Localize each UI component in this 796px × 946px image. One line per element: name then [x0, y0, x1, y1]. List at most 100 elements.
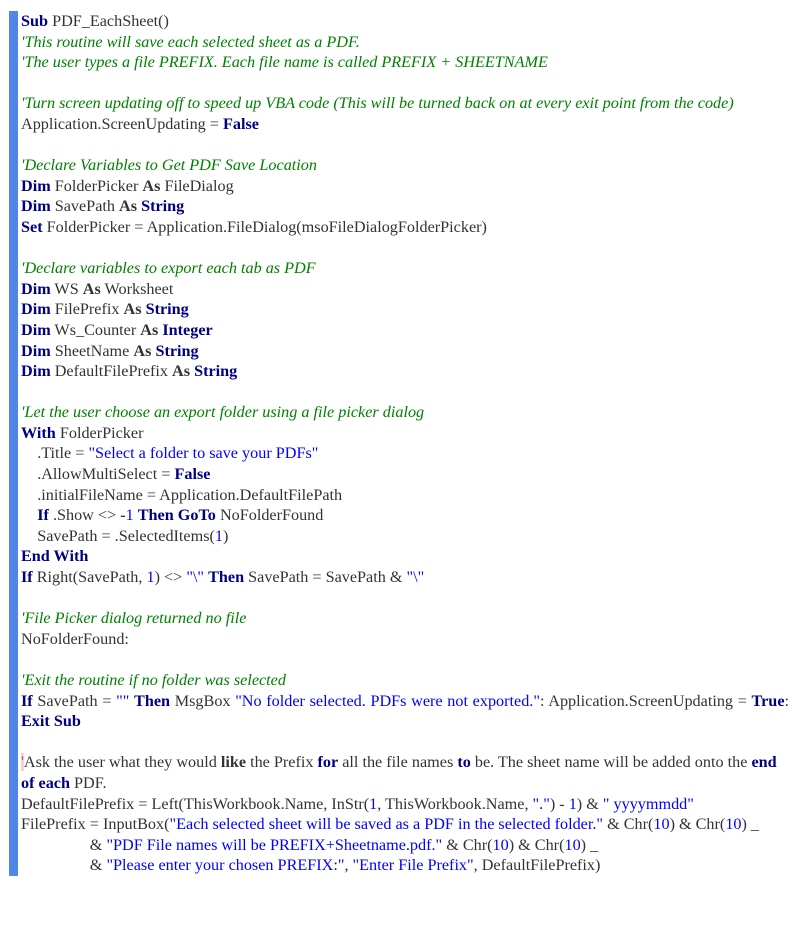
keyword: Then — [137, 506, 174, 525]
keyword: String — [194, 362, 238, 381]
code-line: Dim SavePath As String — [21, 196, 789, 217]
keyword: Then — [208, 568, 245, 587]
code-line: 'The user types a file PREFIX. Each file… — [21, 52, 789, 73]
keyword: Dim — [21, 176, 51, 195]
string-literal: "PDF File names will be PREFIX+Sheetname… — [106, 835, 443, 854]
code-text: FolderPicker — [50, 176, 143, 195]
keyword: for — [317, 753, 339, 772]
string-literal: "Select a folder to save your PDFs" — [88, 444, 319, 463]
number-literal: 1 — [125, 506, 134, 525]
code-text: , — [344, 856, 353, 875]
code-line: & "PDF File names will be PREFIX+Sheetna… — [21, 835, 789, 856]
keyword: to — [457, 753, 471, 772]
code-line: If SavePath = "" Then MsgBox "No folder … — [21, 691, 789, 732]
code-line: 'File Picker dialog returned no file — [21, 608, 789, 629]
code-text: , DefaultFilePrefix) — [473, 856, 601, 875]
keyword: As — [82, 279, 101, 298]
code-line: If .Show <> -1 Then GoTo NoFolderFound — [21, 505, 789, 526]
keyword: Set — [21, 217, 43, 236]
keyword: GoTo — [177, 506, 216, 525]
keyword: As — [142, 176, 161, 195]
code-line: .Title = "Select a folder to save your P… — [21, 443, 789, 464]
code-text: all the file names — [338, 753, 458, 772]
keyword: Exit Sub — [21, 712, 81, 731]
code-text: ) — [222, 526, 229, 545]
code-text: ) _ — [741, 815, 760, 834]
code-text: PDF_EachSheet() — [48, 12, 169, 30]
code-line: 'Declare Variables to Get PDF Save Locat… — [21, 155, 789, 176]
code-text: & — [21, 856, 107, 875]
code-line: .AllowMultiSelect = False — [21, 464, 789, 485]
code-text: ) & Chr( — [669, 815, 726, 834]
code-text: ) _ — [580, 835, 599, 854]
keyword: With — [21, 423, 56, 442]
code-line: NoFolderFound: — [21, 629, 789, 650]
string-literal: "" — [116, 691, 130, 710]
keyword: End With — [21, 547, 89, 566]
keyword: As — [172, 362, 191, 381]
code-text: PDF. — [70, 773, 107, 792]
code-text: SavePath = SavePath & — [244, 568, 407, 587]
comment: 'This routine will save each selected sh… — [21, 32, 360, 51]
keyword: Dim — [21, 341, 51, 360]
string-literal: "Enter File Prefix" — [352, 856, 474, 875]
code-line: 'Ask the user what they would like the P… — [21, 752, 789, 793]
code-text: FilePrefix = InputBox( — [21, 815, 170, 834]
number-literal: 1 — [146, 568, 155, 587]
code-text: FileDialog — [160, 176, 234, 195]
comment: 'File Picker dialog returned no file — [21, 609, 247, 628]
code-text: Application.ScreenUpdating = — [21, 114, 223, 133]
code-text: NoFolderFound: — [21, 629, 129, 648]
code-text: SavePath = — [32, 691, 117, 710]
keyword: Sub — [21, 12, 49, 30]
code-text: FolderPicker — [55, 423, 144, 442]
code-text: ) <> — [154, 568, 187, 587]
keyword: If — [21, 568, 33, 587]
code-text: Ws_Counter — [50, 320, 141, 339]
code-line: End With — [21, 546, 789, 567]
code-line: Dim DefaultFilePrefix As String — [21, 361, 789, 382]
code-line: FilePrefix = InputBox("Each selected she… — [21, 814, 789, 835]
comment: 'Turn screen updating off to speed up VB… — [21, 94, 734, 113]
code-text: FilePrefix — [50, 300, 124, 319]
code-line: If Right(SavePath, 1) <> "\" Then SavePa… — [21, 567, 789, 588]
code-line: With FolderPicker — [21, 423, 789, 444]
code-line: 'Exit the routine if no folder was selec… — [21, 670, 789, 691]
code-line: Application.ScreenUpdating = False — [21, 114, 789, 135]
number-literal: 10 — [725, 815, 742, 834]
code-line: Dim FilePrefix As String — [21, 299, 789, 320]
code-line: Dim Ws_Counter As Integer — [21, 320, 789, 341]
keyword: Then — [134, 691, 171, 710]
keyword: False — [174, 465, 211, 484]
keyword: Dim — [21, 279, 51, 298]
number-literal: 10 — [564, 835, 581, 854]
keyword: True — [751, 691, 785, 710]
code-line: 'Turn screen updating off to speed up VB… — [21, 93, 789, 114]
code-line: Set FolderPicker = Application.FileDialo… — [21, 217, 789, 238]
code-text: : — [784, 691, 790, 710]
code-line: 'Let the user choose an export folder us… — [21, 402, 789, 423]
code-text: NoFolderFound — [215, 506, 324, 525]
string-literal: "." — [532, 794, 550, 813]
code-text: DefaultFilePrefix = Left(ThisWorkbook.Na… — [21, 794, 370, 813]
code-line: .initialFileName = Application.DefaultFi… — [21, 485, 789, 506]
code-text: ) - — [549, 794, 569, 813]
string-literal: "No folder selected. PDFs were not expor… — [235, 691, 540, 710]
keyword: String — [145, 300, 189, 319]
code-text: .AllowMultiSelect = — [21, 465, 175, 484]
code-text: .Show <> — [48, 506, 121, 525]
code-line: & "Please enter your chosen PREFIX:", "E… — [21, 855, 789, 876]
keyword: As — [123, 300, 142, 319]
code-text: & Chr( — [603, 815, 654, 834]
comment: 'Let the user choose an export folder us… — [21, 403, 425, 422]
keyword: False — [222, 114, 259, 133]
code-line: DefaultFilePrefix = Left(ThisWorkbook.Na… — [21, 794, 789, 815]
code-text: WS — [50, 279, 83, 298]
string-literal: " yyyymmdd" — [602, 794, 694, 813]
number-literal: 1 — [568, 794, 577, 813]
code-text: .Title = — [21, 444, 89, 463]
keyword: Dim — [21, 320, 51, 339]
